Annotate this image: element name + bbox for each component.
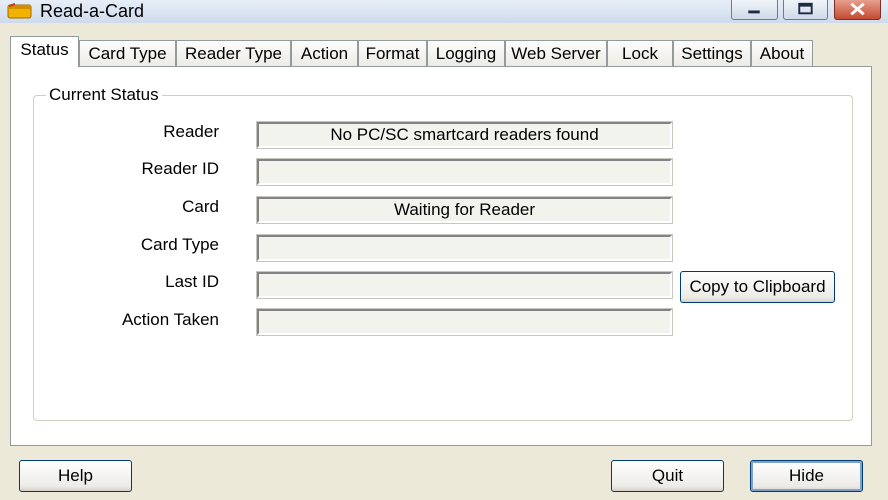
tab-reader-type[interactable]: Reader Type — [176, 40, 291, 66]
hide-button[interactable]: Hide — [750, 460, 863, 492]
tab-logging[interactable]: Logging — [427, 40, 505, 66]
tab-web-server[interactable]: Web Server — [505, 40, 607, 66]
action-taken-label: Action Taken — [121, 310, 219, 329]
card-type-field[interactable] — [256, 234, 673, 262]
minimize-icon — [748, 10, 760, 14]
tab-card-type[interactable]: Card Type — [79, 40, 176, 66]
card-label: Card — [182, 197, 219, 216]
minimize-button[interactable] — [731, 0, 778, 20]
help-button[interactable]: Help — [19, 460, 132, 492]
card-field[interactable]: Waiting for Reader — [256, 196, 673, 224]
reader-field[interactable]: No PC/SC smartcard readers found — [256, 121, 673, 149]
tab-status[interactable]: Status — [10, 36, 79, 67]
reader-label: Reader — [163, 122, 219, 141]
status-tab-page: Current Status Reader No PC/SC smartcard… — [10, 66, 872, 446]
copy-to-clipboard-button[interactable]: Copy to Clipboard — [680, 271, 835, 303]
close-icon — [850, 2, 865, 16]
tab-settings[interactable]: Settings — [673, 40, 751, 66]
current-status-group: Current Status Reader No PC/SC smartcard… — [33, 85, 853, 421]
group-title: Current Status — [46, 85, 162, 105]
quit-button[interactable]: Quit — [611, 460, 724, 492]
close-button[interactable] — [834, 0, 881, 20]
card-icon — [7, 3, 32, 19]
tab-about[interactable]: About — [751, 40, 813, 66]
card-type-label: Card Type — [140, 235, 219, 254]
tab-lock[interactable]: Lock — [607, 40, 673, 66]
window-title: Read-a-Card — [40, 1, 145, 21]
maximize-icon — [798, 2, 813, 15]
maximize-button[interactable] — [783, 0, 828, 20]
tab-action[interactable]: Action — [291, 40, 358, 66]
tab-format[interactable]: Format — [358, 40, 427, 66]
last-id-field[interactable] — [256, 271, 673, 299]
action-taken-field[interactable] — [256, 308, 673, 336]
last-id-label: Last ID — [165, 272, 219, 291]
title-bar[interactable]: Read-a-Card — [0, 0, 888, 24]
reader-id-label: Reader ID — [141, 159, 219, 178]
reader-id-field[interactable] — [256, 158, 673, 186]
